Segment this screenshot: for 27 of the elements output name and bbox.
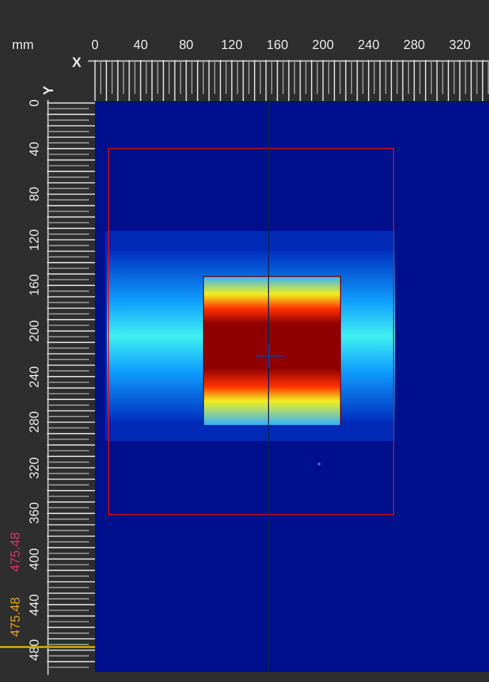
x-tick-label: 80 [178, 36, 194, 54]
units-label: mm [12, 36, 34, 54]
x-axis-label: X [72, 53, 82, 72]
y-tick-label: 0 [25, 99, 42, 107]
x-tick-label: 200 [312, 36, 334, 54]
y-tick-label: 240 [25, 366, 42, 388]
y-axis-label: Y [39, 86, 58, 96]
y-tick-label: 440 [25, 594, 42, 616]
x-tick-label: 160 [266, 36, 288, 54]
x-tick-label: 280 [403, 36, 426, 54]
y-tick-label: 400 [25, 548, 42, 570]
y-tick-label: 160 [25, 274, 42, 296]
crosshair-icon [256, 344, 284, 368]
x-tick-label: 120 [220, 36, 243, 54]
y-tick-label: 320 [25, 456, 42, 479]
x-tick-label: 320 [448, 36, 471, 54]
y-tick-label: 120 [25, 228, 42, 251]
position-readout: 475.48 [6, 597, 24, 637]
y-tick-label: 360 [25, 502, 42, 524]
x-tick-label: 240 [358, 36, 380, 54]
x-tick-label: 0 [91, 36, 99, 54]
x-tick-label: 40 [133, 36, 148, 54]
y-tick-label: 80 [25, 186, 42, 202]
y-tick-label: 40 [25, 141, 42, 156]
y-tick-label: 280 [25, 411, 42, 434]
y-tick-label: 200 [25, 320, 42, 342]
position-readout: 475.48 [6, 532, 24, 572]
